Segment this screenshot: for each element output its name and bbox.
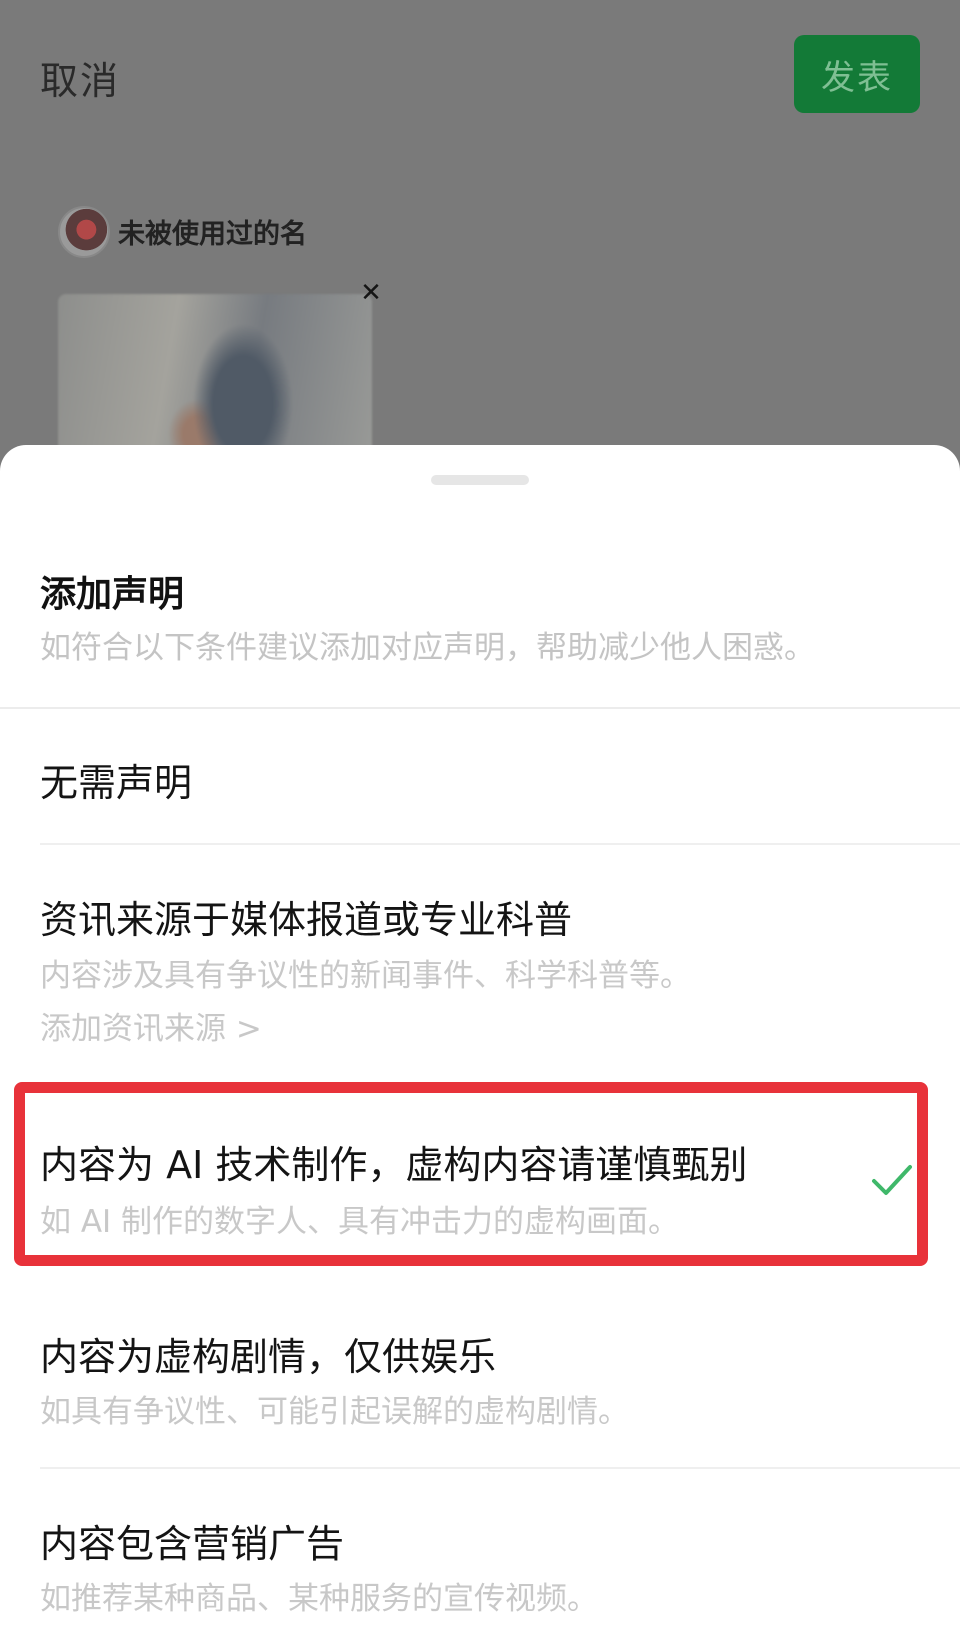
option-title: 无需声明 (40, 761, 193, 805)
option-ai-generated[interactable]: 内容为 AI 技术制作，虚构内容请谨慎甄别 如 AI 制作的数字人、具有冲击力的… (0, 1090, 960, 1260)
option-description: 如具有争议性、可能引起误解的虚构剧情。 (40, 1394, 629, 1430)
option-title: 内容为 AI 技术制作，虚构内容请谨慎甄别 (40, 1143, 748, 1187)
username: 未被使用过的名 (118, 219, 307, 250)
sheet-title: 添加声明 (40, 574, 185, 615)
option-marketing-ad[interactable]: 内容包含营销广告 如推荐某种商品、某种服务的宣传视频。 (0, 1469, 960, 1631)
option-title: 内容为虚构剧情，仅供娱乐 (40, 1335, 497, 1379)
option-description: 如推荐某种商品、某种服务的宣传视频。 (40, 1581, 598, 1617)
option-fictional-plot[interactable]: 内容为虚构剧情，仅供娱乐 如具有争议性、可能引起误解的虚构剧情。 (0, 1282, 960, 1467)
post-composer-background: 取消 发表 未被使用过的名 ✕ (0, 0, 960, 494)
close-icon[interactable]: ✕ (356, 278, 386, 308)
add-news-source-link[interactable]: 添加资讯来源 > (40, 1003, 262, 1048)
option-description: 内容涉及具有争议性的新闻事件、科学科普等。 (40, 958, 691, 994)
screen: 取消 发表 未被使用过的名 ✕ 添加声明 如符合以下条件建议添加对应声明，帮助减… (0, 0, 960, 1631)
sheet-subtitle: 如符合以下条件建议添加对应声明，帮助减少他人困惑。 (40, 630, 815, 666)
avatar[interactable] (58, 206, 110, 258)
option-title: 资讯来源于媒体报道或专业科普 (40, 898, 573, 942)
option-no-declaration[interactable]: 无需声明 (0, 708, 960, 843)
option-description: 如 AI 制作的数字人、具有冲击力的虚构画面。 (40, 1204, 680, 1240)
checkmark-icon (872, 1165, 912, 1195)
option-title: 内容包含营销广告 (40, 1522, 345, 1566)
option-news-source[interactable]: 资讯来源于媒体报道或专业科普 内容涉及具有争议性的新闻事件、科学科普等。 添加资… (0, 845, 960, 1081)
cancel-button[interactable]: 取消 (40, 50, 120, 105)
publish-button[interactable]: 发表 (794, 35, 920, 113)
sheet-drag-handle[interactable] (431, 475, 529, 485)
